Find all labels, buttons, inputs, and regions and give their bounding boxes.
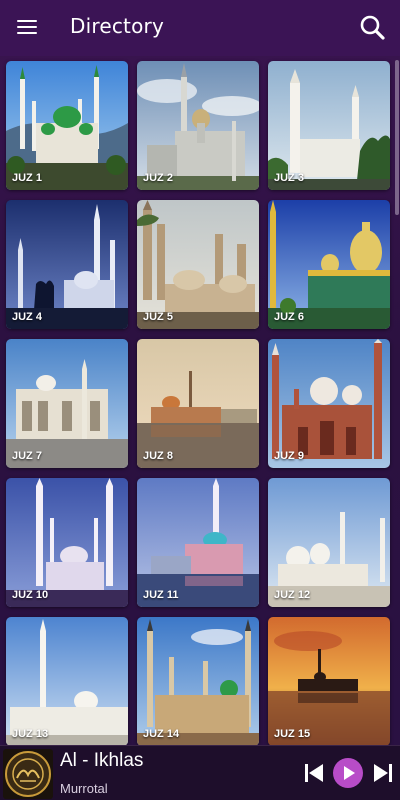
mosque-image [6, 61, 128, 190]
app-bar: Directory [0, 0, 400, 56]
juz-tile-10[interactable]: JUZ 10 [6, 478, 128, 607]
mosque-image [268, 200, 390, 329]
juz-tile-4[interactable]: JUZ 4 [6, 200, 128, 329]
mosque-image [137, 61, 259, 190]
juz-tile-5[interactable]: JUZ 5 [137, 200, 259, 329]
juz-label: JUZ 10 [12, 589, 49, 601]
mosque-image [6, 478, 128, 607]
juz-tile-13[interactable]: JUZ 13 [6, 617, 128, 746]
juz-tile-15[interactable]: JUZ 15 [268, 617, 390, 746]
juz-tile-12[interactable]: JUZ 12 [268, 478, 390, 607]
juz-label: JUZ 12 [274, 589, 311, 601]
mosque-image [137, 339, 259, 468]
juz-label: JUZ 11 [143, 589, 179, 601]
play-icon[interactable] [333, 758, 363, 788]
juz-label: JUZ 14 [143, 728, 180, 740]
mosque-image [137, 478, 259, 607]
juz-tile-6[interactable]: JUZ 6 [268, 200, 390, 329]
juz-tile-9[interactable]: JUZ 9 [268, 339, 390, 468]
juz-tile-3[interactable]: JUZ 3 [268, 61, 390, 190]
mosque-image [268, 61, 390, 190]
mosque-image [6, 200, 128, 329]
juz-tile-7[interactable]: JUZ 7 [6, 339, 128, 468]
juz-tile-14[interactable]: JUZ 14 [137, 617, 259, 746]
juz-tile-11[interactable]: JUZ 11 [137, 478, 259, 607]
juz-label: JUZ 4 [12, 311, 42, 323]
skip-previous-icon[interactable] [303, 762, 325, 784]
juz-tile-8[interactable]: JUZ 8 [137, 339, 259, 468]
juz-label: JUZ 5 [143, 311, 173, 323]
mosque-image [137, 200, 259, 329]
juz-label: JUZ 2 [143, 172, 173, 184]
mosque-image [268, 617, 390, 746]
mosque-image [6, 339, 128, 468]
search-icon[interactable] [358, 13, 388, 43]
track-title: Al - Ikhlas [60, 750, 144, 771]
mosque-image [268, 478, 390, 607]
mosque-image [137, 617, 259, 746]
mosque-image [268, 339, 390, 468]
track-subtitle: Murrotal [60, 781, 108, 796]
juz-label: JUZ 8 [143, 450, 173, 462]
juz-grid: JUZ 1 JUZ 2 JUZ 3 JUZ 4 JUZ 5 JUZ 6 JUZ … [6, 61, 392, 746]
juz-label: JUZ 15 [274, 728, 311, 740]
juz-label: JUZ 13 [12, 728, 49, 740]
juz-tile-1[interactable]: JUZ 1 [6, 61, 128, 190]
hamburger-menu-icon[interactable] [14, 16, 40, 40]
juz-label: JUZ 7 [12, 450, 42, 462]
juz-tile-2[interactable]: JUZ 2 [137, 61, 259, 190]
skip-next-icon[interactable] [372, 762, 394, 784]
scrollbar[interactable] [395, 60, 399, 215]
juz-label: JUZ 3 [274, 172, 304, 184]
juz-label: JUZ 9 [274, 450, 304, 462]
juz-label: JUZ 6 [274, 311, 304, 323]
juz-label: JUZ 1 [12, 172, 42, 184]
mosque-image [6, 617, 128, 746]
page-title: Directory [70, 14, 164, 38]
album-cover[interactable] [3, 749, 53, 799]
